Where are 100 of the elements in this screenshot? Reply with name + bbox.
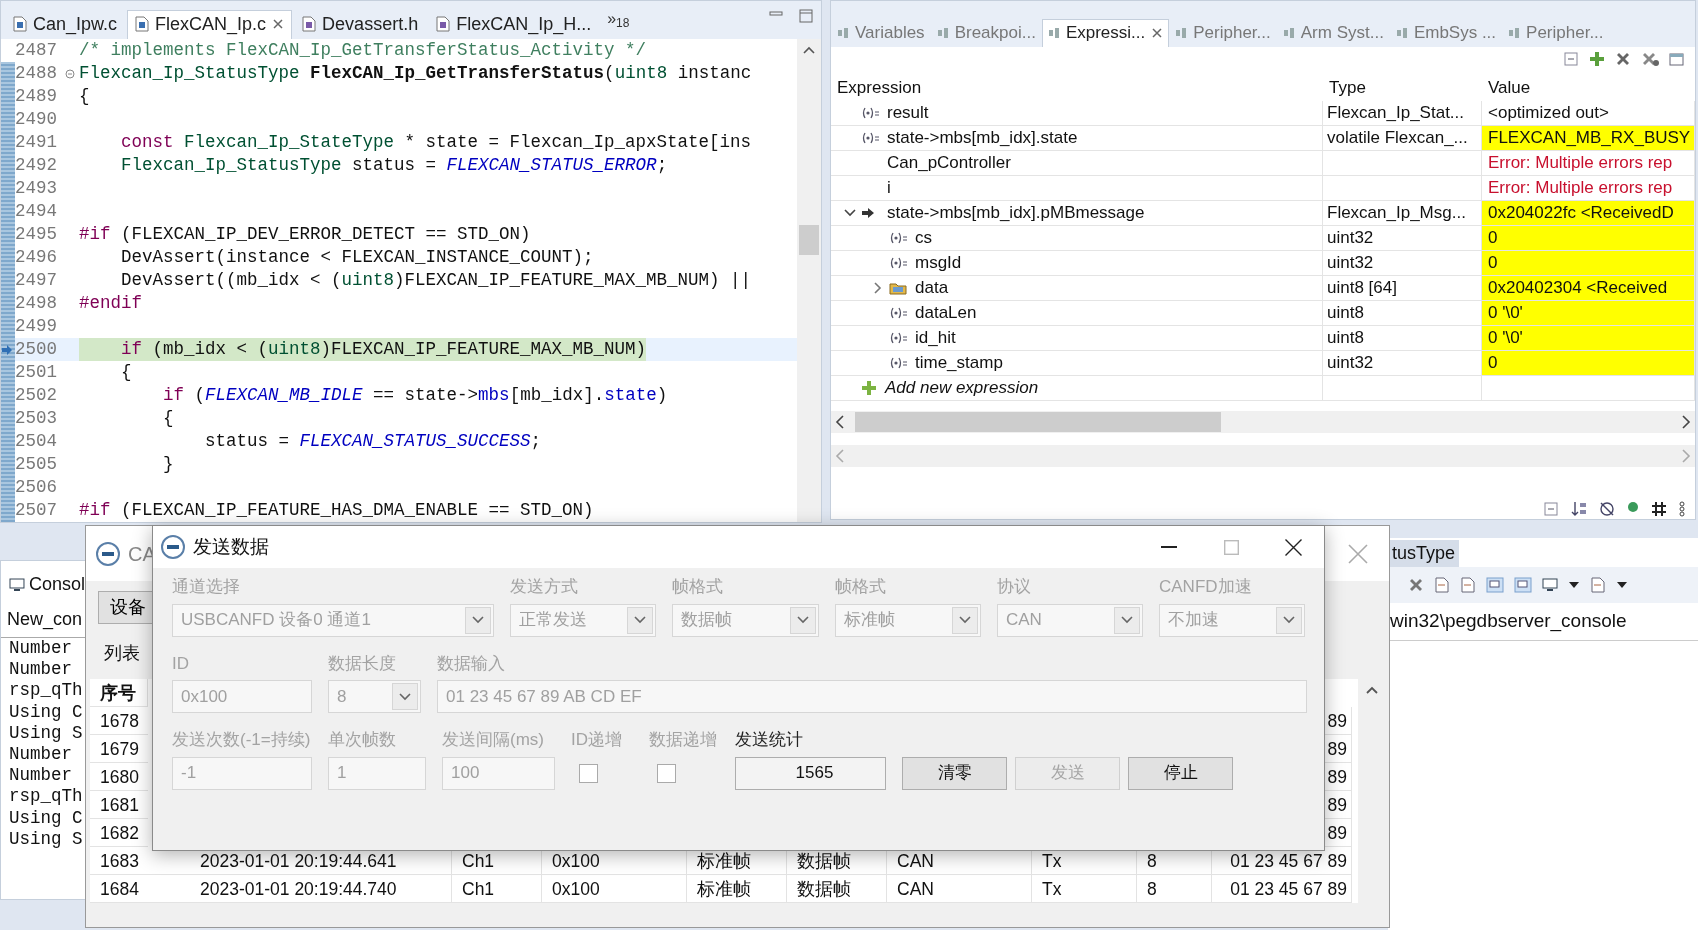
code-line: status = FLEXCAN_STATUS_SUCCESS; <box>204 430 542 453</box>
expression-name[interactable]: result <box>887 100 929 126</box>
vertical-scrollbar[interactable] <box>797 39 821 522</box>
expression-name[interactable]: state->mbs[mb_idx].state <box>887 125 1078 151</box>
console-line: Using S <box>8 828 84 850</box>
hash-icon[interactable] <box>1651 501 1667 517</box>
dropdown-value: 不加速 <box>1168 609 1219 632</box>
column-header[interactable]: Value <box>1482 71 1696 101</box>
arrow-icon <box>861 207 875 219</box>
collapse-icon[interactable] <box>1563 51 1579 67</box>
expression-name[interactable]: state->mbs[mb_idx].pMBmessage <box>887 200 1145 226</box>
view-icon <box>1395 26 1408 39</box>
dropdown-value: CAN <box>1006 609 1042 632</box>
expression-name[interactable]: msgId <box>915 250 962 276</box>
console-line: Number <box>8 659 73 681</box>
minimize-icon[interactable] <box>769 9 783 17</box>
collapse-icon[interactable] <box>1543 501 1559 517</box>
code-line: { <box>79 85 90 108</box>
app-logo-icon <box>161 535 185 559</box>
scrollbar-thumb[interactable] <box>855 412 1221 432</box>
line-number: 2504 <box>15 430 58 454</box>
action-button[interactable]: 停止 <box>1128 756 1233 790</box>
line-number: 2505 <box>15 453 58 477</box>
value-cell: 0 '\0' <box>1482 301 1696 326</box>
column-header[interactable]: Expression <box>831 71 1323 101</box>
caret-icon[interactable] <box>1616 581 1628 589</box>
document-icon[interactable] <box>1434 577 1450 593</box>
file-tab[interactable]: Can_Ipw.c <box>5 9 126 39</box>
field-label: 数据输入 <box>437 652 506 675</box>
expression-name[interactable]: data <box>915 275 949 301</box>
action-button[interactable]: 清零 <box>902 756 1007 790</box>
document-icon[interactable] <box>1460 577 1476 593</box>
line-number: 2497 <box>15 269 58 293</box>
table-cell: 1679 <box>90 735 148 763</box>
code-line: Flexcan_Ip_StatusType FlexCAN_Ip_GetTransferStatus(uint8 instanc <box>79 62 752 85</box>
value-cell: 0 '\0' <box>1482 326 1696 351</box>
view-tab[interactable]: Variables <box>831 18 931 47</box>
console-line: Using S <box>8 722 84 744</box>
column-header[interactable]: 序号 <box>90 679 148 707</box>
variable-icon <box>861 107 879 119</box>
file-tab[interactable]: FlexCAN_Ip_H... <box>428 9 600 39</box>
remove-icon[interactable] <box>1408 577 1424 593</box>
view-tab[interactable]: Breakpoi... <box>930 18 1042 47</box>
field-label: 帧格式 <box>835 576 887 598</box>
variable-icon <box>889 332 907 344</box>
file-tab[interactable]: FlexCAN_Ip.c <box>127 9 293 39</box>
highlighted-text: tusType <box>1388 540 1460 567</box>
horizontal-scrollbar[interactable] <box>831 411 1695 433</box>
field-label: 单次帧数 <box>328 729 397 751</box>
column-header[interactable]: Type <box>1323 71 1482 101</box>
plus-icon <box>861 380 877 396</box>
view-menu-icon[interactable] <box>1679 501 1685 517</box>
view-tab[interactable]: Expressi... <box>1041 18 1170 47</box>
expanded-chevron-icon[interactable] <box>844 208 856 218</box>
close-icon[interactable] <box>1151 26 1164 39</box>
chevron-down-icon <box>796 615 810 625</box>
delete-all-icon[interactable] <box>1641 51 1659 67</box>
file-icon <box>436 16 451 33</box>
console-tab[interactable]: Consol <box>28 571 85 598</box>
field-label: 协议 <box>997 576 1032 598</box>
dropdown-value: 数据帧 <box>681 609 732 632</box>
line-number: 2507 <box>15 499 58 523</box>
dropdown-value: 标准帧 <box>844 609 895 632</box>
code-line: #endif <box>79 292 142 315</box>
view-icon <box>1508 26 1521 39</box>
code-line: #if (FLEXCAN_IP_FEATURE_HAS_DMA_ENABLE == STD_ON) <box>79 499 594 522</box>
table-cell: 01 23 45 67 89 <box>1212 875 1352 903</box>
expression-name[interactable]: Can_pController <box>887 150 1011 176</box>
plus-icon[interactable] <box>1589 51 1605 67</box>
expression-name[interactable]: time_stamp <box>915 350 1003 376</box>
code-line: const Flexcan_Ip_StateType * state = Flexcan_Ip_apxState[ins <box>120 131 752 154</box>
chevron-down-icon <box>398 691 412 702</box>
line-number: 2503 <box>15 407 58 431</box>
expression-name[interactable]: id_hit <box>915 325 956 351</box>
fold-icon[interactable] <box>65 68 75 79</box>
maximize-icon[interactable] <box>799 9 813 23</box>
file-tab[interactable]: Devassert.h <box>294 9 427 39</box>
value-cell: 0 <box>1482 226 1696 251</box>
expression-name[interactable]: i <box>887 175 891 201</box>
expression-name[interactable]: dataLen <box>915 300 977 326</box>
view-icon <box>936 26 949 39</box>
close-icon[interactable] <box>272 18 285 31</box>
monitor-icon[interactable] <box>1542 577 1558 593</box>
caret-icon[interactable] <box>1568 581 1580 589</box>
view-tab[interactable]: EmbSys ... <box>1389 18 1503 47</box>
field-label: ID <box>172 652 190 675</box>
list-tab[interactable]: 列表 <box>98 636 146 671</box>
line-number: 2499 <box>15 315 58 339</box>
dot-icon[interactable] <box>1627 501 1639 513</box>
tab-overflow-indicator[interactable]: »$_{18}$ <box>601 7 636 39</box>
view-tab[interactable]: Peripher... <box>1502 18 1610 47</box>
view-tab[interactable]: Peripher... <box>1169 18 1277 47</box>
delete-icon[interactable] <box>1615 51 1631 67</box>
scrollbar-thumb[interactable] <box>799 225 819 255</box>
expression-name[interactable]: cs <box>915 225 932 251</box>
field-label: 帧格式 <box>672 576 724 598</box>
add-expression-link[interactable]: Add new expression <box>885 375 1039 401</box>
view-tab[interactable]: Arm Syst... <box>1276 18 1390 47</box>
sort-icon[interactable] <box>1571 501 1587 517</box>
collapsed-chevron-icon[interactable] <box>873 282 883 294</box>
